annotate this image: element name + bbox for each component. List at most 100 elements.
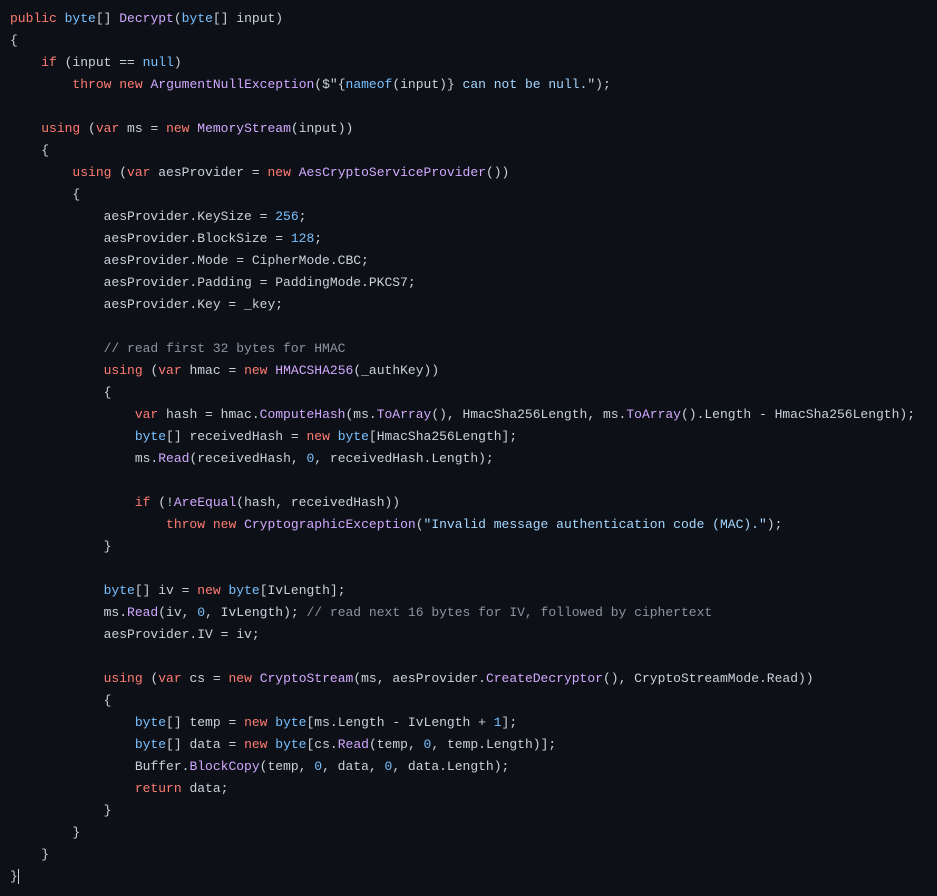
code-token: byte	[275, 715, 306, 730]
code-token	[330, 429, 338, 444]
code-token: [HmacSha256Length];	[369, 429, 517, 444]
code-token: null	[143, 55, 174, 70]
code-token: using	[104, 671, 143, 686]
code-token: [cs.	[307, 737, 338, 752]
code-token: throw	[166, 517, 205, 532]
code-token: (	[111, 165, 127, 180]
code-token: Read	[338, 737, 369, 752]
code-token: byte	[135, 737, 166, 752]
code-token: new	[119, 77, 142, 92]
code-token: (), HmacSha256Length, ms.	[431, 407, 626, 422]
code-token	[10, 781, 135, 796]
code-token: aesProvider.Mode = CipherMode.CBC;	[10, 253, 369, 268]
code-token: hash = hmac.	[158, 407, 259, 422]
code-token	[10, 671, 104, 686]
code-token: Decrypt	[119, 11, 174, 26]
code-token: ToArray	[377, 407, 432, 422]
code-token: {	[10, 33, 18, 48]
code-token: (temp,	[260, 759, 315, 774]
code-token: ().Length - HmacSha256Length);	[681, 407, 915, 422]
code-token: Buffer.	[10, 759, 189, 774]
code-token: (input))	[291, 121, 353, 136]
code-token: new	[197, 583, 220, 598]
code-token: , temp.Length)];	[431, 737, 556, 752]
code-token: ToArray	[626, 407, 681, 422]
code-token: can not be null.	[463, 77, 588, 92]
code-token: var	[135, 407, 158, 422]
code-token: return	[135, 781, 182, 796]
code-token: if	[41, 55, 57, 70]
code-token: {	[10, 385, 111, 400]
code-token: [] input)	[213, 11, 283, 26]
code-token: {	[10, 693, 111, 708]
code-token: (	[174, 11, 182, 26]
code-token: aesProvider =	[150, 165, 267, 180]
code-token: new	[267, 165, 290, 180]
code-token: cs =	[182, 671, 229, 686]
code-token: // read first 32 bytes for HMAC	[104, 341, 346, 356]
code-token: new	[166, 121, 189, 136]
code-token: aesProvider.Key = _key;	[10, 297, 283, 312]
code-token: }	[10, 539, 111, 554]
code-token	[10, 715, 135, 730]
code-token: public	[10, 11, 57, 26]
code-token: // read next 16 bytes for IV, followed b…	[307, 605, 713, 620]
code-token: byte	[65, 11, 96, 26]
code-token: (hash, receivedHash))	[236, 495, 400, 510]
code-token: [IvLength];	[260, 583, 346, 598]
code-token: (	[143, 363, 159, 378]
code-token: [] iv =	[135, 583, 197, 598]
code-token: AesCryptoServiceProvider	[299, 165, 486, 180]
code-token: byte	[228, 583, 259, 598]
code-token: );	[767, 517, 783, 532]
code-token	[10, 77, 72, 92]
code-token: using	[41, 121, 80, 136]
code-token: byte	[338, 429, 369, 444]
code-token: aesProvider.Padding = PaddingMode.PKCS7;	[10, 275, 416, 290]
code-token	[10, 165, 72, 180]
code-token	[10, 583, 104, 598]
code-token: (	[416, 517, 424, 532]
code-token	[252, 671, 260, 686]
code-token: (input ==	[57, 55, 143, 70]
code-token: var	[96, 121, 119, 136]
code-token: 256	[275, 209, 298, 224]
code-token: ComputeHash	[260, 407, 346, 422]
code-token	[205, 517, 213, 532]
code-token: if	[135, 495, 151, 510]
code-token: }	[10, 847, 49, 862]
code-token: ");	[587, 77, 610, 92]
text-cursor	[18, 869, 19, 884]
code-token: }	[10, 803, 111, 818]
code-token	[10, 407, 135, 422]
code-token: (	[80, 121, 96, 136]
code-token: , IvLength);	[205, 605, 306, 620]
code-token	[10, 121, 41, 136]
code-token: aesProvider.BlockSize =	[10, 231, 291, 246]
code-token: byte	[182, 11, 213, 26]
code-token: throw	[72, 77, 111, 92]
code-token: ];	[502, 715, 518, 730]
code-token: Read	[158, 451, 189, 466]
code-token	[10, 737, 135, 752]
code-token: using	[104, 363, 143, 378]
code-token: 128	[291, 231, 314, 246]
code-token: (	[143, 671, 159, 686]
code-token: nameof	[346, 77, 393, 92]
code-block[interactable]: public byte[] Decrypt(byte[] input) { if…	[0, 0, 937, 896]
code-token	[10, 341, 104, 356]
code-token	[57, 11, 65, 26]
code-token	[10, 517, 166, 532]
code-token: (ms.	[345, 407, 376, 422]
code-token: "Invalid message authentication code (MA…	[424, 517, 767, 532]
code-token: byte	[275, 737, 306, 752]
code-token: var	[127, 165, 150, 180]
code-token: data;	[182, 781, 229, 796]
code-token: AreEqual	[174, 495, 236, 510]
code-token: CryptoStream	[260, 671, 354, 686]
code-token: byte	[104, 583, 135, 598]
code-token: {	[338, 77, 346, 92]
code-token: using	[72, 165, 111, 180]
code-token: (receivedHash,	[189, 451, 306, 466]
code-token: 0	[314, 759, 322, 774]
